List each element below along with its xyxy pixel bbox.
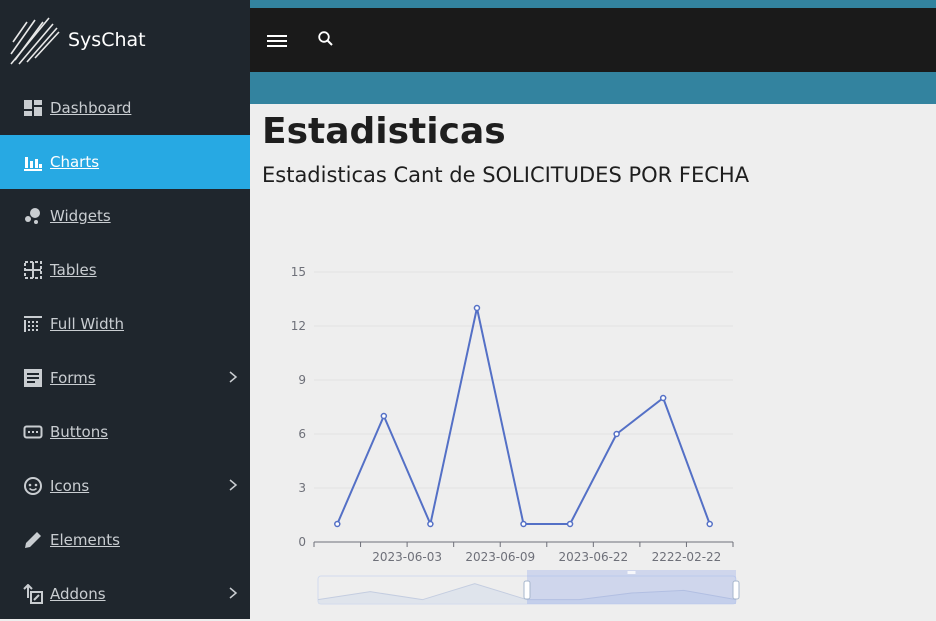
data-point [473,304,481,312]
sidebar-item-label: Full Width [50,315,124,333]
bar-chart-icon [23,152,43,172]
y-tick-label: 3 [298,481,306,495]
chevron-right-icon [229,371,238,383]
sidebar-item-label: Forms [50,369,96,387]
sidebar-item-addons[interactable]: Addons [0,567,250,621]
sidebar-item-tables[interactable]: Tables [0,243,250,297]
dashboard-icon [23,98,43,118]
series-line [336,307,711,528]
sidebar-item-label: Elements [50,531,120,549]
sidebar-item-label: Dashboard [50,99,132,117]
y-tick-label: 15 [291,265,306,279]
y-tick-label: 12 [291,319,306,333]
sidebar-item-elements[interactable]: Elements [0,513,250,567]
data-point [706,520,713,528]
search-icon[interactable] [317,30,335,48]
sidebar-item-label: Addons [50,585,106,603]
line-chart[interactable]: 0 3 6 9 12 15 2023-06-03 2023-06-09 2023-06-22 22… [250,104,936,619]
sidebar-item-forms[interactable]: Forms [0,351,250,405]
x-tick-label: 2023-06-22 [558,550,628,564]
chevron-right-icon [229,479,238,491]
data-point [334,520,341,528]
sidebar-item-label: Widgets [50,207,111,225]
data-point [659,394,667,402]
addons-icon [23,584,43,604]
sidebar-item-buttons[interactable]: Buttons [0,405,250,459]
logo-icon [10,17,60,65]
zoom-handle [523,580,531,600]
button-icon [23,422,43,442]
x-tick-label: 2222-02-22 [652,550,722,564]
data-point [520,520,527,528]
sidebar-item-label: Charts [50,153,100,171]
brand-name: SysChat [68,29,146,51]
zoom-move-handle [627,571,636,574]
grid-icon [23,314,43,334]
pencil-icon [23,530,43,550]
brand[interactable]: SysChat [0,0,250,80]
zoom-handle [732,580,740,600]
sidebar-item-full-width[interactable]: Full Width [0,297,250,351]
hamburger-menu-icon[interactable] [267,32,289,50]
face-icon [23,476,43,496]
form-icon [23,368,43,388]
sidebar-item-widgets[interactable]: Widgets [0,189,250,243]
data-point [566,520,574,528]
page-header-bar [250,72,936,104]
sidebar: SysChat Dashboard Charts Widgets Tables [0,0,250,619]
x-tick-label: 2023-06-09 [465,550,535,564]
sidebar-item-label: Tables [50,261,97,279]
sidebar-item-label: Icons [50,477,90,495]
main-content: Estadisticas Estadisticas Cant de SOLICI… [250,104,936,619]
sidebar-item-charts[interactable]: Charts [0,135,250,189]
chevron-right-icon [229,587,238,599]
topbar [250,0,936,72]
data-point [427,520,434,528]
y-tick-label: 9 [298,373,306,387]
sidebar-item-icons[interactable]: Icons [0,459,250,513]
bubbles-icon [23,206,43,226]
zoom-selection [527,570,736,604]
y-tick-label: 0 [298,535,306,549]
sidebar-item-label: Buttons [50,423,109,441]
sidebar-item-dashboard[interactable]: Dashboard [0,81,250,135]
sidebar-nav: Dashboard Charts Widgets Tables Full Wid… [0,81,250,621]
data-point [613,430,620,438]
table-icon [23,260,43,280]
x-tick-label: 2023-06-03 [372,550,442,564]
y-tick-label: 6 [298,427,306,441]
data-point [380,412,388,420]
